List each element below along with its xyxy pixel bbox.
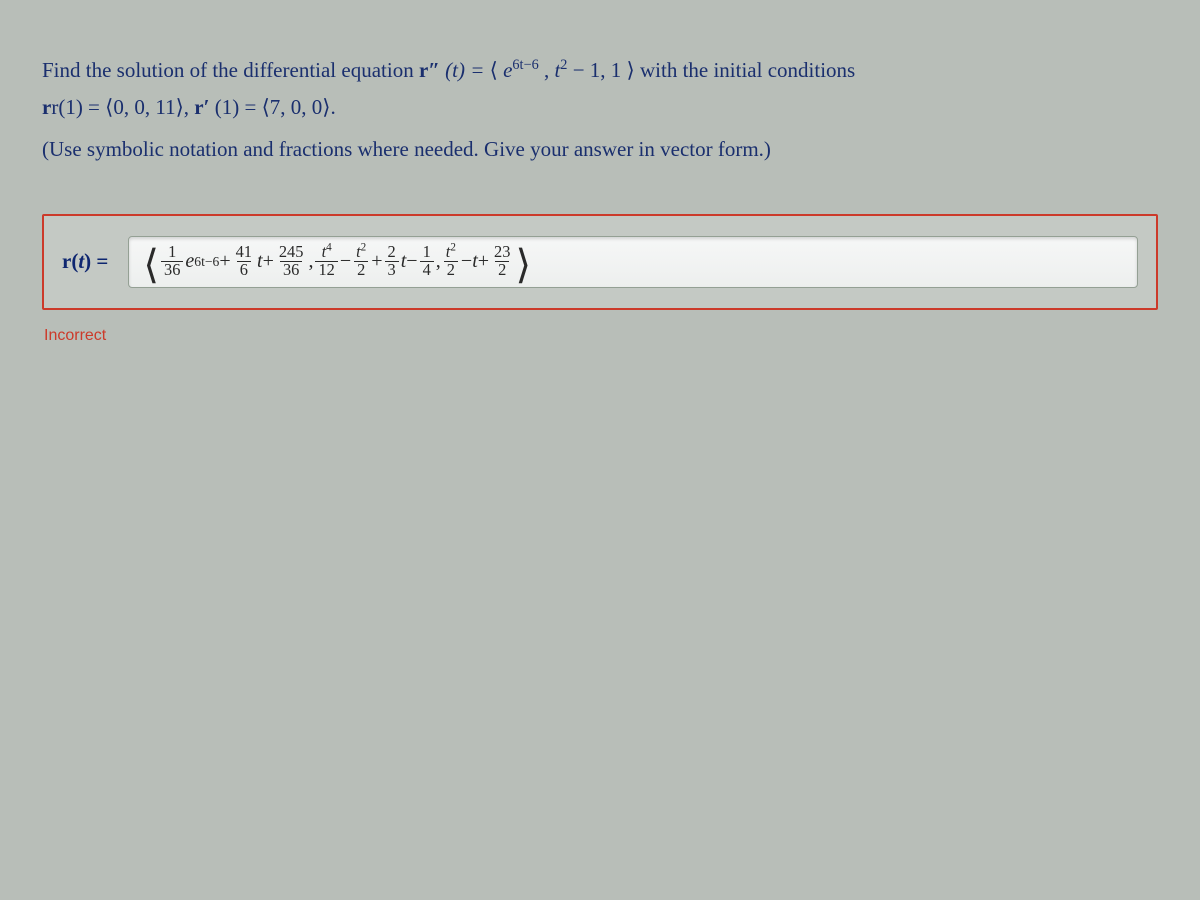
- frac-41-6: 41 6: [233, 244, 255, 278]
- minus-one-one: − 1, 1: [573, 58, 622, 82]
- frac-t4-12: t4 12: [315, 244, 337, 278]
- frac-2-3: 2 3: [385, 244, 399, 278]
- frac-23-2: 23 2: [491, 244, 513, 278]
- r-prime-of-1: (1) = ⟨7, 0, 0⟩.: [215, 95, 336, 119]
- of-t-eq: (t) =: [445, 58, 490, 82]
- answer-container: r(t) = ⟨ 1 36 e6t−6 + 41 6 t: [42, 214, 1158, 310]
- feedback-incorrect: Incorrect: [42, 324, 1158, 349]
- answer-input[interactable]: ⟨ 1 36 e6t−6 + 41 6 t + 245: [128, 236, 1138, 288]
- problem-prefix: Find the solution of the differential eq…: [42, 58, 419, 82]
- comma-1: ,: [544, 58, 555, 82]
- frac-t2-2: t2 2: [353, 244, 369, 278]
- instructions: (Use symbolic notation and fractions whe…: [42, 133, 1158, 166]
- sep-1: ,: [308, 246, 313, 277]
- r-double-prime: r″: [419, 58, 440, 82]
- r-prime: r′: [194, 95, 209, 119]
- problem-line-1: Find the solution of the differential eq…: [42, 54, 1158, 87]
- frac-1-36: 1 36: [161, 244, 183, 278]
- rangle-1: ⟩: [627, 58, 635, 82]
- frac-245-36: 245 36: [276, 244, 307, 278]
- langle-1: ⟨: [490, 58, 498, 82]
- answer-label: r(t) =: [62, 245, 116, 278]
- problem-suffix: with the initial conditions: [640, 58, 855, 82]
- frac-t2-2b: t2 2: [443, 244, 459, 278]
- r-of-1: r(1) = ⟨0, 0, 11⟩,: [51, 95, 194, 119]
- frac-1-4: 1 4: [420, 244, 434, 278]
- t-exponent: 2: [560, 57, 567, 73]
- problem-line-2: rr(1) = ⟨0, 0, 11⟩, r′ (1) = ⟨7, 0, 0⟩.: [42, 91, 1158, 124]
- e-exponent: 6t−6: [512, 57, 538, 73]
- sep-2: ,: [436, 246, 441, 277]
